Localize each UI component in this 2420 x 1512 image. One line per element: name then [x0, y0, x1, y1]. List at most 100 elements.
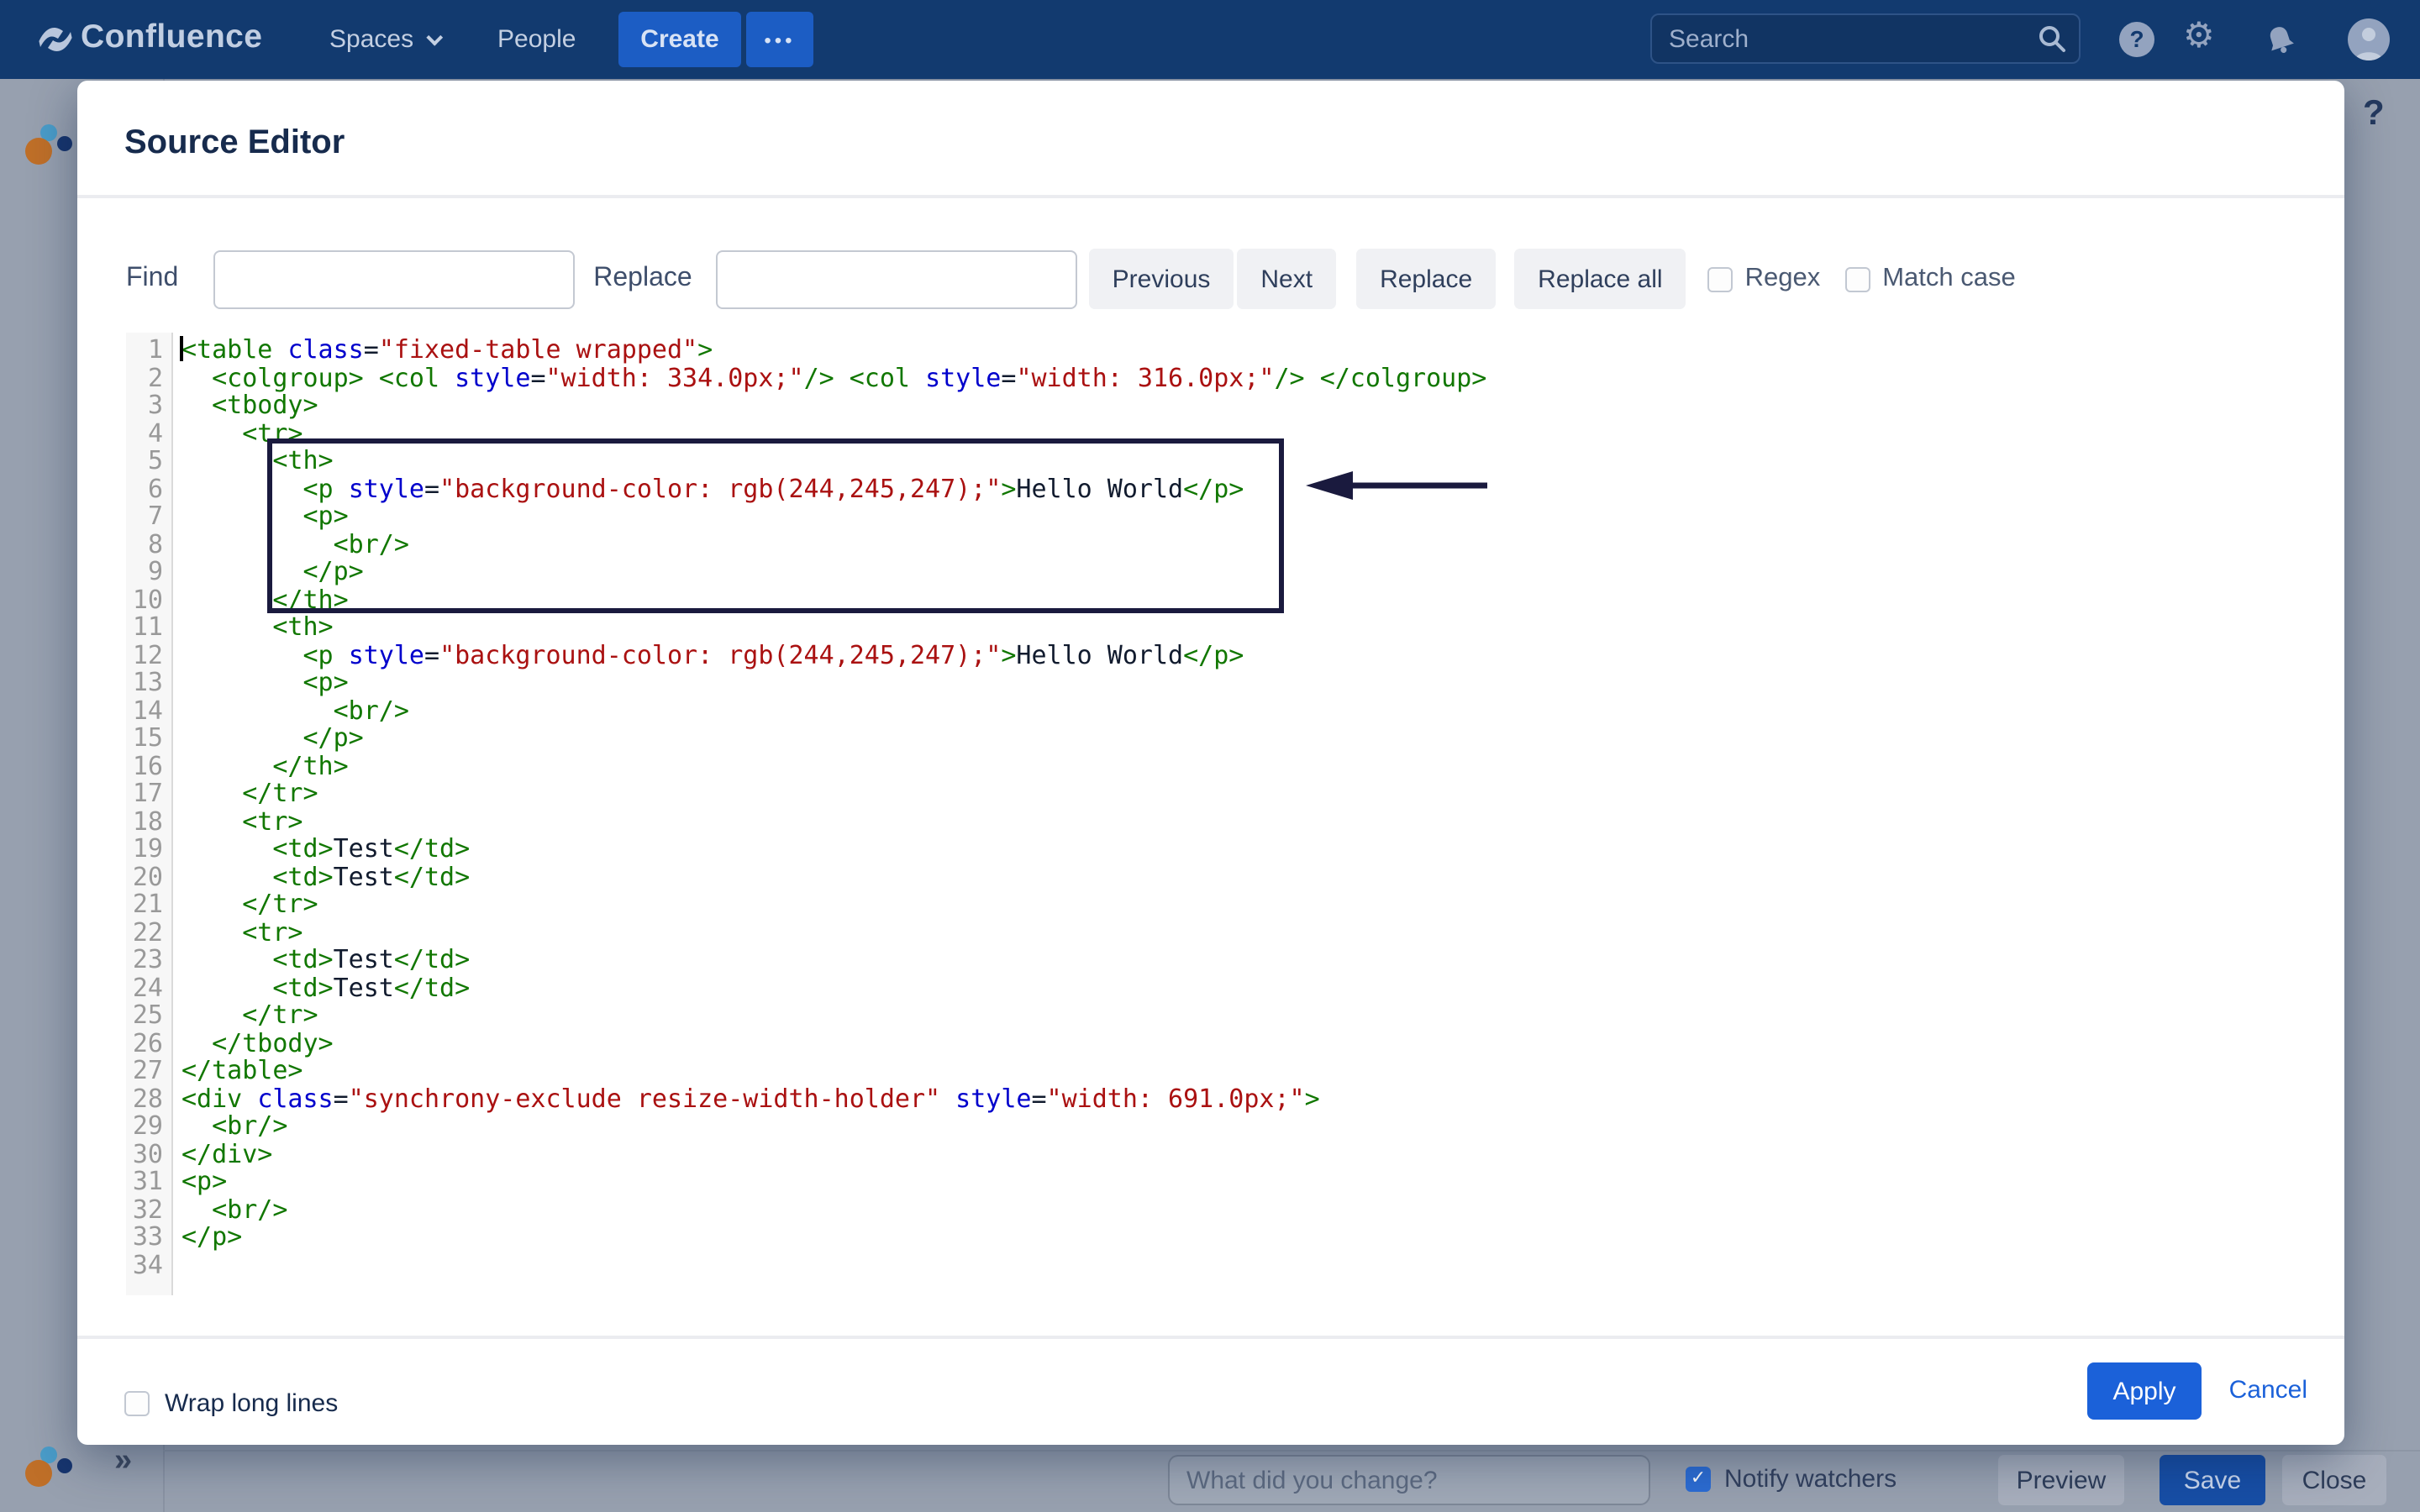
confluence-logo-icon[interactable]	[39, 22, 72, 57]
replace-all-button[interactable]: Replace all	[1514, 249, 1686, 309]
line-number: 23	[126, 946, 171, 974]
find-previous-button[interactable]: Previous	[1089, 249, 1234, 309]
match-case-checkbox[interactable]: ✓	[1845, 266, 1870, 291]
user-avatar[interactable]	[2348, 18, 2390, 60]
code-line[interactable]: </tbody>	[182, 1029, 2297, 1057]
help-icon[interactable]: ?	[2119, 22, 2154, 57]
line-number: 33	[126, 1223, 171, 1251]
preview-button[interactable]: Preview	[1998, 1455, 2124, 1505]
replace-button[interactable]: Replace	[1356, 249, 1496, 309]
code-line[interactable]: </p>	[182, 1223, 2297, 1251]
code-line[interactable]: <p>	[182, 1168, 2297, 1195]
line-number: 19	[126, 835, 171, 863]
line-number: 2	[126, 364, 171, 391]
line-number: 16	[126, 752, 171, 780]
regex-checkbox[interactable]: ✓	[1708, 266, 1733, 291]
code-line[interactable]: <th>	[182, 447, 2297, 475]
line-number: 31	[126, 1168, 171, 1195]
code-line[interactable]: </div>	[182, 1140, 2297, 1168]
code-line[interactable]: <tbody>	[182, 391, 2297, 419]
code-line[interactable]: </th>	[182, 585, 2297, 613]
line-number: 17	[126, 780, 171, 807]
line-number: 7	[126, 502, 171, 530]
wrap-long-lines-row: ✓ Wrap long lines	[124, 1373, 338, 1433]
line-number: 20	[126, 863, 171, 890]
code-line[interactable]: <tr>	[182, 419, 2297, 447]
nav-people-label: People	[497, 25, 576, 54]
line-number: 29	[126, 1112, 171, 1140]
code-line[interactable]	[182, 1251, 2297, 1278]
create-more-button[interactable]: •••	[746, 12, 813, 67]
find-label: Find	[126, 264, 178, 294]
code-line[interactable]: </p>	[182, 724, 2297, 752]
code-line[interactable]: <colgroup> <col style="width: 334.0px;"/…	[182, 364, 2297, 391]
code-line[interactable]: </tr>	[182, 890, 2297, 918]
dialog-title: Source Editor	[124, 124, 345, 163]
replace-label: Replace	[593, 264, 692, 294]
code-line[interactable]: <br/>	[182, 696, 2297, 724]
line-number: 27	[126, 1057, 171, 1084]
code-line[interactable]: <td>Test</td>	[182, 835, 2297, 863]
regex-label: Regex	[1745, 264, 1821, 294]
search-input[interactable]	[1650, 13, 2081, 64]
editor-help-button[interactable]: ?	[2363, 94, 2385, 134]
search-icon	[2037, 24, 2067, 54]
code-line[interactable]: </tr>	[182, 1001, 2297, 1029]
code-line[interactable]: </th>	[182, 752, 2297, 780]
header-divider	[77, 195, 2344, 198]
version-comment-input[interactable]	[1168, 1455, 1650, 1505]
settings-gear-icon[interactable]: ⚙	[2183, 15, 2215, 59]
code-line[interactable]: </p>	[182, 558, 2297, 585]
line-number: 9	[126, 558, 171, 585]
line-number: 18	[126, 807, 171, 835]
code-line[interactable]: </tr>	[182, 780, 2297, 807]
close-button[interactable]: Close	[2282, 1455, 2386, 1505]
code-line[interactable]: <tr>	[182, 918, 2297, 946]
notifications-bell-icon[interactable]	[2262, 22, 2299, 59]
line-number: 32	[126, 1195, 171, 1223]
code-line[interactable]: </table>	[182, 1057, 2297, 1084]
cancel-button[interactable]: Cancel	[2229, 1362, 2307, 1420]
code-line[interactable]: <p>	[182, 669, 2297, 696]
global-search	[1650, 13, 2081, 64]
source-code-editor[interactable]: 1234567891011121314151617181920212223242…	[126, 333, 2297, 1295]
code-line[interactable]: <tr>	[182, 807, 2297, 835]
find-next-button[interactable]: Next	[1237, 249, 1336, 309]
line-number: 1	[126, 336, 171, 364]
help-glyph: ?	[2129, 25, 2144, 52]
code-lines[interactable]: <table class="fixed-table wrapped"> <col…	[182, 336, 2297, 1278]
space-logo-icon[interactable]	[25, 124, 72, 166]
create-button[interactable]: Create	[618, 12, 741, 67]
line-number: 6	[126, 475, 171, 502]
nav-spaces[interactable]: Spaces	[329, 0, 437, 79]
code-line[interactable]: <td>Test</td>	[182, 974, 2297, 1001]
apply-button[interactable]: Apply	[2087, 1362, 2202, 1420]
code-line[interactable]: <br/>	[182, 1195, 2297, 1223]
match-case-label: Match case	[1882, 264, 2016, 294]
space-logo-icon-bottom[interactable]	[25, 1446, 72, 1488]
code-line[interactable]: <td>Test</td>	[182, 863, 2297, 890]
line-number: 8	[126, 530, 171, 558]
wrap-long-lines-checkbox[interactable]: ✓	[124, 1390, 150, 1415]
confluence-app: Confluence Spaces People Create ••• ? ⚙	[0, 0, 2420, 1512]
code-line[interactable]: <p>	[182, 502, 2297, 530]
code-line[interactable]: <br/>	[182, 1112, 2297, 1140]
code-line[interactable]: <p style="background-color: rgb(244,245,…	[182, 641, 2297, 669]
code-line[interactable]: <table class="fixed-table wrapped">	[182, 336, 2297, 364]
source-editor-dialog: Source Editor Find Replace Previous Next…	[77, 81, 2344, 1445]
brand-title[interactable]: Confluence	[81, 18, 262, 57]
code-line[interactable]: <th>	[182, 613, 2297, 641]
save-button[interactable]: Save	[2160, 1455, 2265, 1505]
nav-people[interactable]: People	[497, 0, 576, 79]
code-line[interactable]: <p style="background-color: rgb(244,245,…	[182, 475, 2297, 502]
sidebar-expand-icon[interactable]: »	[114, 1443, 132, 1480]
replace-input[interactable]	[716, 249, 1077, 308]
code-line[interactable]: <td>Test</td>	[182, 946, 2297, 974]
code-line[interactable]: <br/>	[182, 530, 2297, 558]
line-number: 3	[126, 391, 171, 419]
line-number: 24	[126, 974, 171, 1001]
find-input[interactable]	[213, 249, 575, 308]
space-logo-dot-navy	[57, 136, 72, 151]
notify-watchers-checkbox[interactable]: ✓	[1686, 1467, 1711, 1492]
code-line[interactable]: <div class="synchrony-exclude resize-wid…	[182, 1084, 2297, 1112]
